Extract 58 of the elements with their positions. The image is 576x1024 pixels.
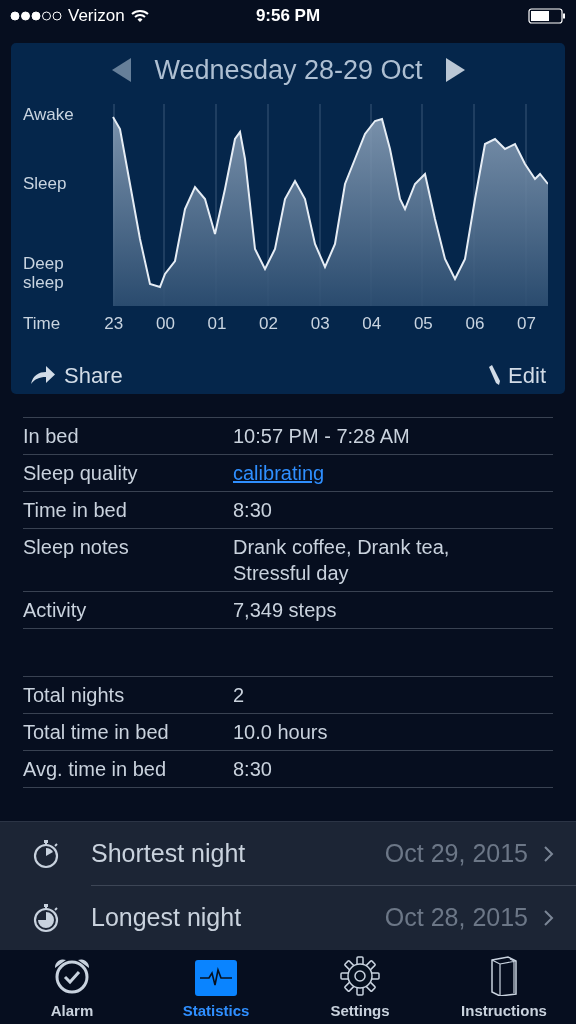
detail-label: Sleep quality bbox=[23, 461, 139, 486]
record-date: Oct 29, 2015 bbox=[384, 837, 528, 869]
settings-icon bbox=[340, 955, 380, 996]
record-label: Shortest night bbox=[91, 837, 247, 869]
book-icon bbox=[488, 955, 520, 996]
stopwatch-icon bbox=[32, 902, 60, 934]
total-value: 10.0 hours bbox=[233, 720, 328, 745]
detail-label: Activity bbox=[23, 598, 88, 623]
total-value: 8:30 bbox=[233, 757, 272, 782]
detail-value: 8:30 bbox=[233, 498, 273, 523]
detail-value: Drank coffee, Drank tea, Stressful day bbox=[233, 535, 451, 586]
axis-label: Awake bbox=[23, 105, 75, 125]
time-tick: 06 bbox=[464, 313, 486, 336]
signal-icon bbox=[10, 10, 62, 21]
time-tick: 03 bbox=[309, 313, 331, 336]
time-tick: 05 bbox=[412, 313, 434, 336]
status-time: 9:56 PM bbox=[255, 4, 321, 27]
detail-label: Time in bed bbox=[23, 498, 128, 523]
detail-value: 7,349 steps bbox=[233, 598, 338, 623]
total-label: Avg. time in bed bbox=[23, 757, 168, 782]
tab[interactable]: Alarm bbox=[0, 950, 144, 1024]
pencil-icon bbox=[488, 364, 503, 387]
battery-icon bbox=[528, 7, 566, 24]
wifi-icon bbox=[130, 8, 149, 23]
detail-value: 10:57 PM - 7:28 AM bbox=[233, 424, 411, 449]
record-date: Oct 28, 2015 bbox=[384, 902, 528, 934]
share-arrow-icon bbox=[30, 365, 56, 386]
tab[interactable]: Instructions bbox=[432, 950, 576, 1024]
total-label: Total nights bbox=[23, 683, 126, 708]
night-title: Wednesday 28-29 Oct bbox=[154, 54, 423, 88]
sleep-quality-link[interactable]: calibrating bbox=[233, 460, 325, 486]
time-tick: 07 bbox=[516, 313, 537, 336]
chevron-icon bbox=[544, 845, 554, 862]
total-label: Total time in bed bbox=[23, 720, 170, 745]
record-label: Longest night bbox=[91, 902, 243, 934]
tab[interactable]: Settings bbox=[288, 950, 432, 1024]
next-night-button[interactable] bbox=[444, 58, 465, 83]
time-tick: 01 bbox=[206, 313, 228, 336]
record-row[interactable]: Longest night Oct 28, 2015 bbox=[0, 886, 576, 950]
stopwatch-icon bbox=[32, 838, 60, 870]
total-value: 2 bbox=[233, 683, 245, 708]
detail-label: In bed bbox=[23, 424, 80, 449]
axis-label: Deep sleep bbox=[23, 254, 65, 293]
axis-label: Sleep bbox=[23, 174, 68, 194]
record-row[interactable]: Shortest night Oct 29, 2015 bbox=[0, 822, 576, 886]
detail-label: Sleep notes bbox=[23, 535, 130, 560]
edit-button[interactable]: Edit bbox=[488, 358, 546, 392]
axis-label: Time bbox=[23, 313, 62, 336]
tab[interactable]: Statistics bbox=[144, 950, 288, 1024]
time-tick: 00 bbox=[154, 313, 176, 336]
time-tick: 02 bbox=[258, 313, 280, 336]
carrier-name: Verizon bbox=[68, 4, 125, 27]
share-button[interactable]: Share bbox=[30, 358, 123, 392]
time-tick: 23 bbox=[103, 313, 125, 336]
time-tick: 04 bbox=[361, 313, 383, 336]
heartbeat-icon bbox=[195, 959, 237, 996]
previous-night-button[interactable] bbox=[112, 58, 133, 83]
chevron-icon bbox=[544, 910, 554, 926]
